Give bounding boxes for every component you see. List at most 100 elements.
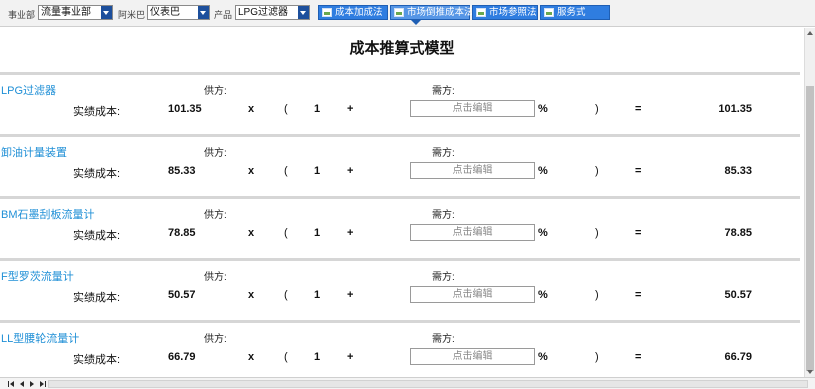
cost-plus-method-label: 成本加成法 [335, 7, 383, 18]
product-select-value: LPG过滤器 [238, 7, 289, 18]
actual-cost-label: 实绩成本: [73, 168, 121, 180]
market-reference-button[interactable]: 市场参照法 [472, 5, 538, 20]
supply-label: 供方: [204, 148, 227, 159]
result-value: 50.57 [724, 289, 752, 301]
result-value: 66.79 [724, 351, 752, 363]
result-value: 78.85 [724, 227, 752, 239]
supply-label: 供方: [204, 210, 227, 221]
demand-label: 需方: [432, 334, 455, 345]
scroll-up-icon[interactable] [807, 31, 813, 35]
rate-edit-field[interactable]: 点击编辑 [410, 162, 535, 179]
division-select-value: 流量事业部 [41, 7, 91, 18]
close-paren: ) [595, 351, 599, 363]
cost-item-row: 卸油计量装置 供方: 需方: 实绩成本: 85.33 x ( 1 + 点击编辑 … [0, 134, 800, 197]
supply-label: 供方: [204, 334, 227, 345]
division-label: 事业部 [8, 11, 36, 21]
image-icon [544, 8, 554, 17]
demand-label: 需方: [432, 210, 455, 221]
market-reference-label: 市场参照法 [489, 7, 537, 18]
chevron-down-icon[interactable] [198, 6, 209, 19]
constant-one: 1 [314, 227, 321, 239]
scroll-down-icon[interactable] [807, 370, 813, 374]
next-page-icon[interactable] [28, 380, 36, 388]
close-paren: ) [595, 227, 599, 239]
product-select[interactable]: LPG过滤器 [235, 5, 310, 20]
equals-sign: = [635, 351, 642, 363]
percent-sign: % [538, 351, 548, 363]
item-name: 卸油计量装置 [1, 147, 67, 159]
plus-sign: + [347, 165, 354, 177]
actual-cost-value: 66.79 [168, 351, 196, 363]
plus-sign: + [347, 351, 354, 363]
rate-edit-field[interactable]: 点击编辑 [410, 286, 535, 303]
actual-cost-label: 实绩成本: [73, 292, 121, 304]
multiply-sign: x [248, 165, 255, 177]
plus-sign: + [347, 289, 354, 301]
actual-cost-value: 101.35 [168, 103, 202, 115]
rate-edit-field[interactable]: 点击编辑 [410, 100, 535, 117]
image-icon [476, 8, 486, 17]
actual-cost-value: 50.57 [168, 289, 196, 301]
amoeba-label: 阿米巴 [118, 11, 146, 21]
cost-item-row: LL型腰轮流量计 供方: 需方: 实绩成本: 66.79 x ( 1 + 点击编… [0, 320, 800, 377]
multiply-sign: x [248, 103, 255, 115]
cost-plus-method-button[interactable]: 成本加成法 [318, 5, 388, 20]
constant-one: 1 [314, 289, 321, 301]
equals-sign: = [635, 165, 642, 177]
actual-cost-label: 实绩成本: [73, 354, 121, 366]
supply-label: 供方: [204, 86, 227, 97]
percent-sign: % [538, 165, 548, 177]
demand-label: 需方: [432, 272, 455, 283]
sheet-navigation-bar [0, 377, 815, 389]
actual-cost-value: 78.85 [168, 227, 196, 239]
plus-sign: + [347, 227, 354, 239]
equals-sign: = [635, 289, 642, 301]
market-backward-cost-button[interactable]: 市场倒推成本法 [390, 5, 474, 25]
page-title: 成本推算式模型 [349, 39, 455, 57]
open-paren: ( [284, 351, 288, 363]
percent-sign: % [538, 289, 548, 301]
top-toolbar: 事业部 流量事业部 阿米巴 仪表巴 产品 LPG过滤器 成本加成法 市场倒推成本… [0, 0, 815, 27]
demand-label: 需方: [432, 148, 455, 159]
actual-cost-label: 实绩成本: [73, 230, 121, 242]
open-paren: ( [284, 165, 288, 177]
service-button[interactable]: 服务式 [540, 5, 610, 20]
plus-sign: + [347, 103, 354, 115]
item-name: LL型腰轮流量计 [1, 333, 80, 345]
content-area: 成本推算式模型 LPG过滤器 供方: 需方: 实绩成本: 101.35 x ( … [0, 28, 804, 377]
market-backward-cost-label: 市场倒推成本法 [407, 7, 474, 18]
service-label: 服务式 [557, 7, 586, 18]
image-icon [322, 8, 332, 17]
vertical-scrollbar[interactable] [804, 28, 815, 377]
multiply-sign: x [248, 351, 255, 363]
last-page-icon[interactable] [38, 380, 46, 388]
scrollbar-thumb[interactable] [806, 86, 814, 371]
cost-item-row: BM石墨刮板流量计 供方: 需方: 实绩成本: 78.85 x ( 1 + 点击… [0, 196, 800, 259]
result-value: 85.33 [724, 165, 752, 177]
item-name: BM石墨刮板流量计 [1, 209, 95, 221]
equals-sign: = [635, 103, 642, 115]
close-paren: ) [595, 165, 599, 177]
image-icon [394, 8, 404, 17]
result-value: 101.35 [718, 103, 752, 115]
supply-label: 供方: [204, 272, 227, 283]
percent-sign: % [538, 227, 548, 239]
previous-page-icon[interactable] [18, 380, 26, 388]
horizontal-scrollbar[interactable] [48, 380, 808, 388]
multiply-sign: x [248, 227, 255, 239]
constant-one: 1 [314, 103, 321, 115]
rate-edit-field[interactable]: 点击编辑 [410, 224, 535, 241]
amoeba-select[interactable]: 仪表巴 [147, 5, 210, 20]
division-select[interactable]: 流量事业部 [38, 5, 113, 20]
chevron-down-icon[interactable] [101, 6, 112, 19]
rate-edit-field[interactable]: 点击编辑 [410, 348, 535, 365]
open-paren: ( [284, 227, 288, 239]
equals-sign: = [635, 227, 642, 239]
chevron-down-icon[interactable] [298, 6, 309, 19]
cost-item-row: LPG过滤器 供方: 需方: 实绩成本: 101.35 x ( 1 + 点击编辑… [0, 72, 800, 135]
constant-one: 1 [314, 165, 321, 177]
multiply-sign: x [248, 289, 255, 301]
first-page-icon[interactable] [8, 380, 16, 388]
actual-cost-value: 85.33 [168, 165, 196, 177]
percent-sign: % [538, 103, 548, 115]
